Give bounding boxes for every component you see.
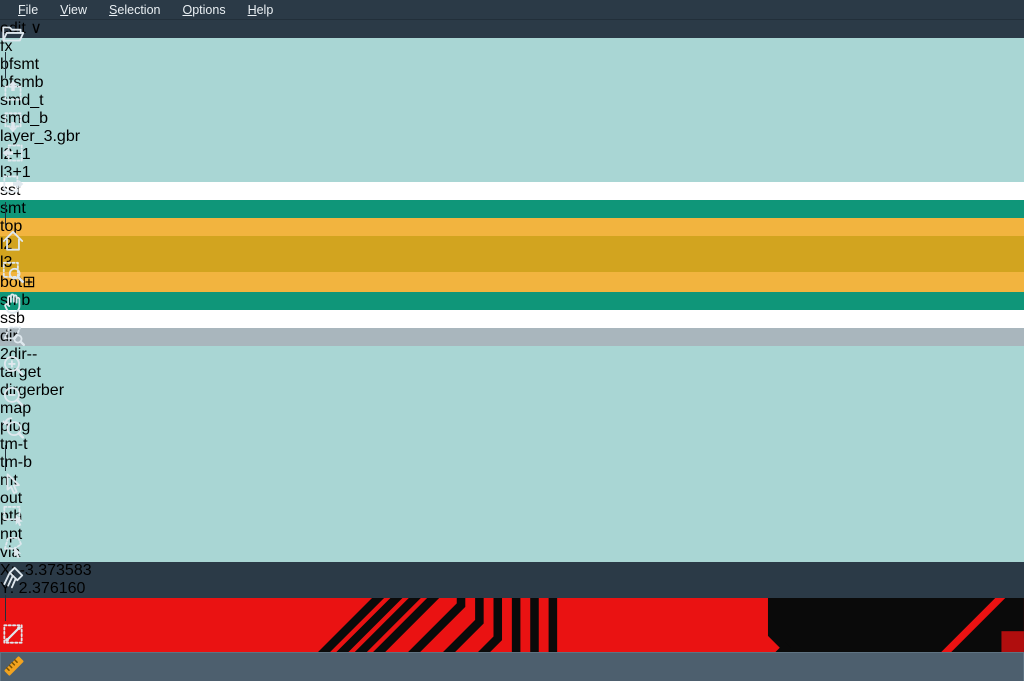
zoom-window-icon[interactable] xyxy=(0,259,1024,290)
layer-row-smt[interactable]: smt xyxy=(0,200,1024,218)
layer-label-bar[interactable]: tm-b xyxy=(0,454,1024,472)
select-polygon-icon[interactable] xyxy=(0,533,1024,564)
pan-right-icon[interactable] xyxy=(0,171,1024,202)
pan-left-icon[interactable] xyxy=(0,140,1024,171)
layer-row-tm-b[interactable]: tm-b xyxy=(0,454,1024,472)
pan-down-icon[interactable] xyxy=(0,109,1024,140)
menu-options[interactable]: Options xyxy=(172,1,235,19)
toolbar xyxy=(0,21,1024,61)
select-arrow-icon[interactable] xyxy=(0,471,1024,502)
pan-up-icon[interactable] xyxy=(0,78,1024,109)
menu-help[interactable]: Help xyxy=(238,1,284,19)
toolbar-separator xyxy=(5,445,6,471)
home-view-icon[interactable] xyxy=(0,228,1024,259)
menu-bar: File View Selection Options Help xyxy=(0,0,1024,20)
toolbar-separator xyxy=(5,202,6,228)
toolbar-separator xyxy=(5,595,6,621)
menu-view[interactable]: View xyxy=(50,1,97,19)
zoom-out-icon[interactable] xyxy=(0,383,1024,414)
application-window: File View Selection Options Help xyxy=(0,0,1024,681)
menu-file[interactable]: File xyxy=(8,1,48,19)
measure-ruler-icon[interactable] xyxy=(0,652,1024,681)
toolbar-separator xyxy=(5,52,6,78)
measure-line-icon[interactable] xyxy=(0,621,1024,652)
zoom-previous-icon[interactable] xyxy=(0,414,1024,445)
zoom-object-icon[interactable] xyxy=(0,321,1024,352)
menu-selection[interactable]: Selection xyxy=(99,1,170,19)
sweep-brush-icon[interactable] xyxy=(0,564,1024,595)
layer-label-bar[interactable]: smt xyxy=(0,200,1024,218)
pan-hand-icon[interactable] xyxy=(0,290,1024,321)
select-rectangle-icon[interactable] xyxy=(0,502,1024,533)
zoom-in-icon[interactable] xyxy=(0,352,1024,383)
layer-label: smt xyxy=(0,200,26,217)
open-folder-icon[interactable] xyxy=(0,21,1024,52)
